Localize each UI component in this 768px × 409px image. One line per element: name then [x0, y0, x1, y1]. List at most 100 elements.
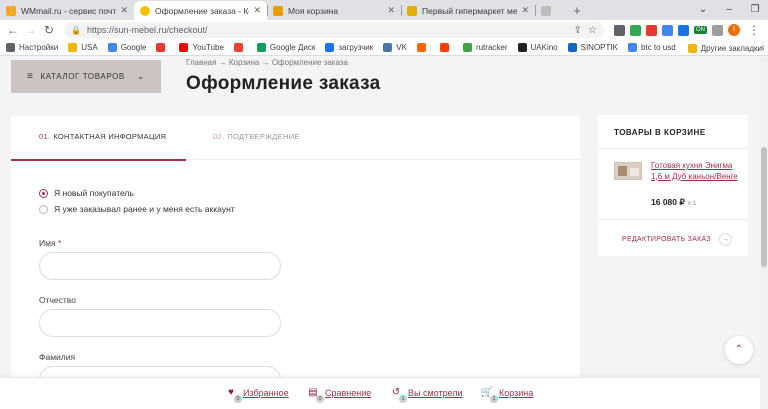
cart-count: 1 [490, 395, 498, 403]
chevron-up-icon: ⌃ [734, 344, 744, 355]
compare-count: 0 [316, 395, 324, 403]
other-bookmarks[interactable]: Другие закладки [683, 40, 762, 55]
extension-icon[interactable] [646, 24, 657, 36]
crown-favicon-icon [273, 5, 283, 16]
edit-order-label: РЕДАКТИРОВАТЬ ЗАКАЗ [622, 236, 711, 243]
close-tab-icon[interactable]: ✕ [120, 5, 128, 16]
bookmark-item[interactable]: UAKino [517, 43, 558, 52]
bookmark-item[interactable]: rutracker [462, 43, 508, 52]
radio-selected-icon[interactable] [39, 188, 48, 198]
bookmark-item[interactable]: USA [68, 43, 98, 52]
bookmark-star-icon[interactable]: ☆ [588, 25, 597, 36]
tab-title: WMmail.ru - сервис почтовых р [21, 5, 117, 16]
back-icon[interactable]: ← [4, 23, 22, 37]
patronymic-field[interactable] [39, 309, 281, 337]
yandex-icon [156, 43, 166, 52]
maximize-icon[interactable]: ❐ [742, 0, 768, 20]
bottom-toolbar: ♥ 0 Избранное ▤ 0 Сравнение ↺ 1 Вы смотрели… [0, 377, 768, 409]
uakino-icon [517, 43, 527, 52]
bookmark-label: rutracker [475, 43, 508, 52]
tab-favicon-icon [541, 5, 551, 16]
step-label: ПОДТВЕРЖДЕНИЕ [227, 132, 300, 141]
google-icon [627, 43, 637, 52]
first-name-field[interactable] [39, 252, 281, 280]
tab-title: Первый гипермаркет мебели — [422, 5, 518, 16]
favorites-link[interactable]: ♥ 0 Избранное [224, 387, 289, 403]
chevron-down-icon: ⌄ [136, 71, 145, 81]
radio-unselected-icon[interactable] [39, 204, 48, 214]
extensions-area: ON I ⋮ [614, 23, 763, 37]
product-name-link[interactable]: Готовая кухня Энигма 1,6 м Дуб каньон/Ве… [651, 161, 739, 182]
radio-existing-customer[interactable]: Я уже заказывал ранее и у меня есть акка… [39, 204, 235, 214]
browser-menu-icon[interactable]: ⋮ [745, 23, 763, 37]
browser-tab[interactable]: Первый гипермаркет мебели — ✕ [401, 1, 535, 20]
catalog-button[interactable]: ≡ КАТАЛОГ ТОВАРОВ ⌄ [11, 60, 161, 93]
extension-icon[interactable] [614, 24, 625, 36]
browser-tab[interactable] [535, 1, 565, 20]
folder-icon [687, 43, 697, 53]
extension-icon[interactable] [678, 24, 689, 36]
bookmark-label: Настройки [19, 43, 59, 52]
bookmark-label: YouTube [192, 43, 224, 52]
scroll-to-top-button[interactable]: ⌃ [725, 336, 753, 364]
compare-link[interactable]: ▤ 0 Сравнение [306, 387, 371, 403]
bookmark-item[interactable]: Google Диск [256, 43, 315, 52]
close-tab-icon[interactable]: ✕ [387, 5, 395, 16]
bookmark-item[interactable]: загрузчик [325, 43, 373, 52]
browser-tab-strip: WMmail.ru - сервис почтовых р ✕ Оформлен… [0, 0, 768, 20]
extension-icon[interactable] [630, 24, 641, 36]
step-contact-info[interactable]: 01. КОНТАКТНАЯ ИНФОРМАЦИЯ [39, 132, 166, 141]
gmail-icon [233, 43, 243, 52]
step-number: 02. [213, 132, 225, 141]
product-quantity: x 1 [687, 200, 697, 207]
address-bar[interactable]: 🔒 https://sun-mebel.ru/checkout/ ⇪ ☆ [64, 22, 604, 38]
product-thumbnail[interactable] [614, 162, 642, 180]
browser-tab[interactable]: WMmail.ru - сервис почтовых р ✕ [0, 1, 134, 20]
bookmark-item[interactable]: Google [107, 43, 146, 52]
bookmark-item[interactable] [439, 43, 453, 52]
checkout-form-card: 01. КОНТАКТНАЯ ИНФОРМАЦИЯ 02. ПОДТВЕРЖДЕНИ… [11, 116, 580, 409]
last-name-label: Фамилия [39, 352, 76, 362]
window-controls: ⌄ – ❐ [690, 0, 768, 20]
page-scrollbar[interactable] [760, 57, 768, 409]
divider [598, 219, 748, 220]
bookmark-item[interactable] [156, 43, 169, 52]
bookmark-item[interactable] [233, 43, 247, 52]
extensions-puzzle-icon[interactable] [712, 24, 723, 36]
step-confirmation[interactable]: 02. ПОДТВЕРЖДЕНИЕ [213, 132, 300, 141]
bookmark-item[interactable]: VK [383, 43, 407, 52]
cart-link[interactable]: 🛒 1 Корзина [480, 387, 533, 403]
extension-badge-icon[interactable]: ON [694, 26, 707, 34]
page-title: Оформление заказа [186, 73, 381, 94]
minimize-icon[interactable]: – [716, 0, 742, 20]
forward-icon[interactable]: → [22, 23, 40, 37]
edit-order-link[interactable]: РЕДАКТИРОВАТЬ ЗАКАЗ → [622, 233, 732, 246]
breadcrumb[interactable]: Главная → Корзина → Оформление заказа [186, 58, 348, 67]
browser-tab-active[interactable]: Оформление заказа - Контактна ✕ [134, 1, 267, 20]
profile-avatar[interactable]: I [728, 24, 740, 36]
reload-icon[interactable]: ↻ [40, 23, 58, 37]
favorites-label: Избранное [243, 388, 289, 398]
close-tab-icon[interactable]: ✕ [521, 5, 529, 16]
hypermarket-favicon-icon [407, 5, 417, 16]
close-tab-icon[interactable]: ✕ [253, 5, 261, 16]
radio-label: Я уже заказывал ранее и у меня есть акка… [54, 204, 235, 214]
bookmark-item[interactable]: YouTube [179, 43, 224, 52]
extension-icon[interactable] [662, 24, 673, 36]
browser-tab[interactable]: Моя корзина ✕ [267, 1, 401, 20]
radio-new-customer[interactable]: Я новый покупатель [39, 188, 134, 198]
lock-icon[interactable]: 🔒 [71, 26, 81, 35]
bookmark-item[interactable]: Настройки [6, 43, 58, 52]
share-icon[interactable]: ⇪ [574, 25, 582, 36]
viewed-link[interactable]: ↺ 1 Вы смотрели [389, 387, 463, 403]
scrollbar-thumb[interactable] [761, 147, 767, 267]
divider [598, 148, 748, 149]
tab-search-icon[interactable]: ⌄ [690, 0, 716, 20]
youtube-icon [179, 43, 189, 52]
bookmark-item[interactable] [416, 43, 430, 52]
bookmark-label: загрузчик [338, 43, 374, 52]
bookmark-item[interactable]: SINOPTIK [567, 43, 618, 52]
bookmark-label: UAKino [530, 43, 558, 52]
bookmark-item[interactable]: btc to usd [627, 43, 676, 52]
new-tab-icon[interactable]: + [569, 1, 585, 20]
